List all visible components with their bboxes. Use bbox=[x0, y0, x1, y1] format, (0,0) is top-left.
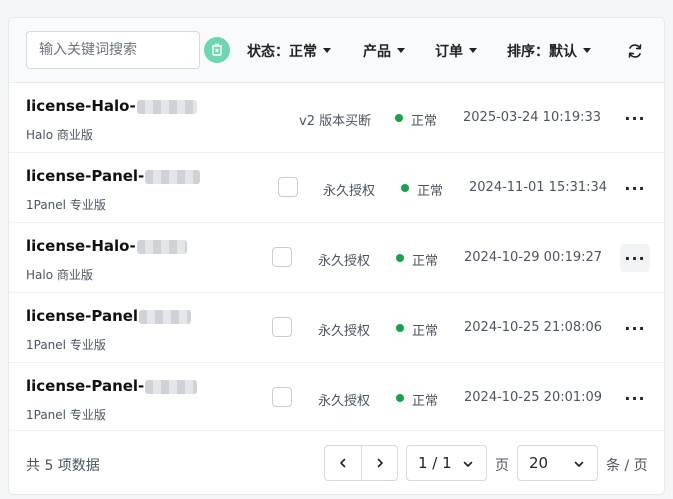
chevron-right-icon bbox=[377, 458, 383, 468]
license-time: 2025-03-24 10:19:33 bbox=[463, 110, 602, 125]
ellipsis-icon: ··· bbox=[624, 318, 646, 338]
more-actions-button[interactable]: ··· bbox=[620, 104, 650, 132]
prev-page-button[interactable] bbox=[325, 446, 361, 480]
clear-filter-icon bbox=[212, 43, 222, 56]
page-unit: 页 bbox=[495, 458, 509, 474]
ellipsis-icon: ··· bbox=[624, 108, 646, 128]
license-time: 2024-10-25 20:01:09 bbox=[464, 390, 603, 405]
license-row[interactable]: license-Halo- Halo 商业版 永久授权 正常 2024-10-2… bbox=[9, 223, 664, 293]
license-name: license-Panel- bbox=[26, 167, 201, 185]
license-status: 正常 bbox=[412, 394, 439, 409]
page-select[interactable]: 1 / 1 bbox=[406, 445, 487, 481]
row-checkbox[interactable] bbox=[272, 387, 292, 407]
product-filter-label: 产品 bbox=[363, 43, 391, 60]
license-product: Halo 商业版 bbox=[26, 128, 93, 142]
license-status: 正常 bbox=[412, 324, 439, 339]
license-product: 1Panel 专业版 bbox=[26, 338, 106, 352]
license-row[interactable]: license-Panel- 1Panel 专业版 永久授权 正常 2024-1… bbox=[9, 363, 664, 433]
license-status: 正常 bbox=[417, 184, 444, 199]
more-actions-button[interactable]: ··· bbox=[620, 314, 650, 342]
redacted-block bbox=[136, 99, 197, 114]
status-dot bbox=[396, 394, 404, 402]
refresh-icon[interactable] bbox=[626, 42, 644, 60]
order-filter[interactable]: 订单 bbox=[435, 18, 477, 83]
redacted-block bbox=[145, 169, 201, 184]
license-product: Halo 商业版 bbox=[26, 268, 93, 282]
license-status: 正常 bbox=[412, 254, 439, 269]
redacted-block bbox=[136, 239, 187, 254]
ellipsis-icon: ··· bbox=[624, 248, 646, 268]
page-size-select[interactable]: 20 bbox=[517, 445, 598, 481]
ellipsis-icon: ··· bbox=[624, 388, 646, 408]
status-filter-label: 状态： bbox=[247, 43, 289, 60]
status-dot bbox=[396, 254, 404, 262]
license-name: license-Halo- bbox=[26, 97, 197, 115]
license-row[interactable]: license-Halo- Halo 商业版 v2 版本买断 正常 2025-0… bbox=[9, 83, 664, 153]
caret-down-icon bbox=[397, 48, 405, 53]
sort-filter-label: 排序： bbox=[507, 43, 549, 60]
clear-filter-button[interactable] bbox=[204, 37, 230, 63]
more-actions-button[interactable]: ··· bbox=[620, 174, 650, 202]
sort-filter[interactable]: 排序： 默认 bbox=[507, 18, 591, 83]
status-dot bbox=[396, 324, 404, 332]
license-plan: 永久授权 bbox=[323, 184, 376, 199]
status-filter-value: 正常 bbox=[289, 43, 317, 60]
license-product: 1Panel 专业版 bbox=[26, 408, 106, 422]
filter-toolbar: 状态： 正常 产品 订单 排序： 默认 bbox=[9, 18, 664, 83]
page-size-unit: 条 / 页 bbox=[606, 458, 648, 474]
search-input[interactable] bbox=[26, 31, 200, 69]
chevron-down-icon bbox=[463, 461, 473, 467]
redacted-block bbox=[145, 379, 198, 394]
status-dot bbox=[401, 184, 409, 192]
next-page-button[interactable] bbox=[361, 446, 397, 480]
row-checkbox[interactable] bbox=[278, 177, 298, 197]
caret-down-icon bbox=[583, 48, 591, 53]
ellipsis-icon: ··· bbox=[624, 178, 646, 198]
license-row[interactable]: license-Panel 1Panel 专业版 永久授权 正常 2024-10… bbox=[9, 293, 664, 363]
license-time: 2024-10-25 21:08:06 bbox=[464, 320, 603, 335]
status-filter[interactable]: 状态： 正常 bbox=[247, 18, 331, 83]
total-count: 共 5 项数据 bbox=[26, 458, 100, 474]
license-plan: 永久授权 bbox=[318, 394, 371, 409]
license-product: 1Panel 专业版 bbox=[26, 198, 106, 212]
more-actions-button[interactable]: ··· bbox=[620, 384, 650, 412]
caret-down-icon bbox=[469, 48, 477, 53]
license-name: license-Panel bbox=[26, 307, 192, 325]
license-time: 2024-10-29 00:19:27 bbox=[464, 250, 603, 265]
pagination-footer: 共 5 项数据 1 / 1 页 20 条 / 页 bbox=[9, 430, 664, 494]
license-status: 正常 bbox=[411, 114, 438, 129]
status-dot bbox=[395, 114, 403, 122]
redacted-block bbox=[139, 309, 192, 324]
license-list-card: 状态： 正常 产品 订单 排序： 默认 license-Halo- Halo 商… bbox=[8, 17, 665, 495]
page-size-value: 20 bbox=[529, 454, 549, 472]
chevron-down-icon bbox=[574, 461, 584, 467]
order-filter-label: 订单 bbox=[435, 43, 463, 60]
sort-filter-value: 默认 bbox=[549, 43, 577, 60]
license-plan: 永久授权 bbox=[318, 254, 371, 269]
license-plan: v2 版本买断 bbox=[299, 114, 372, 129]
caret-down-icon bbox=[323, 48, 331, 53]
chevron-left-icon bbox=[340, 458, 346, 468]
license-name: license-Halo- bbox=[26, 237, 187, 255]
product-filter[interactable]: 产品 bbox=[363, 18, 405, 83]
license-name: license-Panel- bbox=[26, 377, 198, 395]
page-select-value: 1 / 1 bbox=[418, 454, 452, 472]
license-plan: 永久授权 bbox=[318, 324, 371, 339]
row-checkbox[interactable] bbox=[272, 317, 292, 337]
license-time: 2024-11-01 15:31:34 bbox=[469, 180, 608, 195]
more-actions-button[interactable]: ··· bbox=[620, 244, 650, 272]
page-nav bbox=[324, 445, 398, 481]
license-row[interactable]: license-Panel- 1Panel 专业版 永久授权 正常 2024-1… bbox=[9, 153, 664, 223]
row-checkbox[interactable] bbox=[272, 247, 292, 267]
